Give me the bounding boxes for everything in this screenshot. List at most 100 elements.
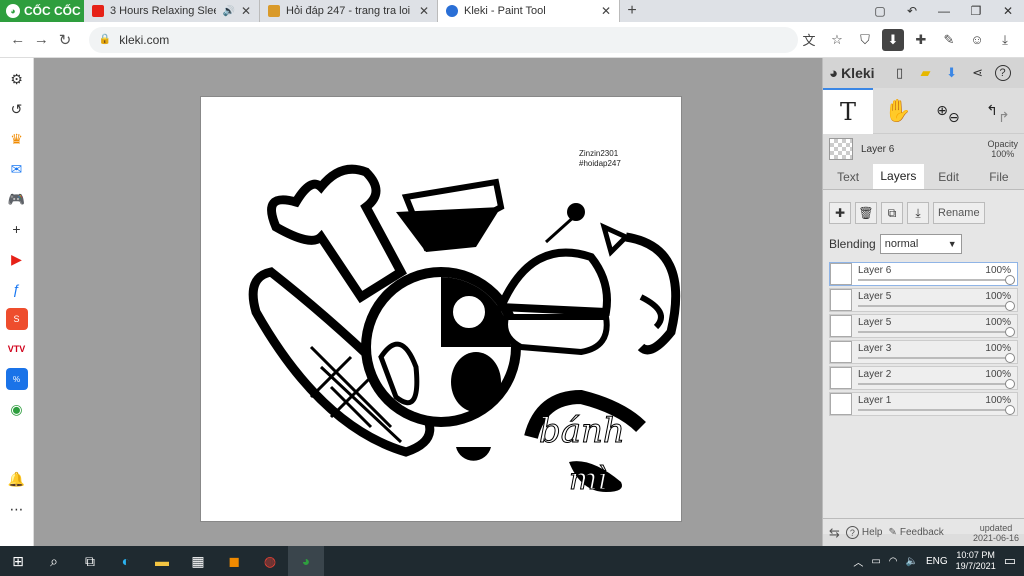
text-tool[interactable]: T: [823, 87, 873, 134]
feedback-link[interactable]: ✎ Feedback: [888, 527, 943, 538]
vtv-icon[interactable]: VTV: [6, 338, 28, 360]
merge-layer-icon[interactable]: ⤓: [907, 202, 929, 224]
notification-bell-icon[interactable]: 🔔: [6, 468, 28, 490]
tab-layers[interactable]: Layers: [873, 164, 924, 189]
address-bar[interactable]: 🔒 kleki.com: [88, 26, 798, 53]
zoom-tools[interactable]: ⊕ ⊖: [923, 88, 973, 134]
zoom-out-icon[interactable]: ⊖: [948, 109, 960, 126]
task-view-icon[interactable]: ⧉: [72, 546, 108, 576]
tab-youtube[interactable]: 3 Hours Relaxing Sleep M 🔊 ✕: [84, 0, 260, 22]
back-history-icon[interactable]: ↶: [896, 4, 928, 18]
undo-icon[interactable]: ↰: [986, 102, 998, 119]
chrome-icon[interactable]: ◍: [252, 546, 288, 576]
share-icon[interactable]: ⋖: [969, 64, 987, 82]
layer-opacity-slider[interactable]: [858, 305, 1011, 307]
layer-item[interactable]: Layer 2 100%: [829, 366, 1018, 390]
action-center-icon[interactable]: ▭: [1004, 553, 1016, 569]
wifi-icon[interactable]: ◠: [889, 556, 898, 567]
history-icon[interactable]: ↺: [6, 98, 28, 120]
rename-button[interactable]: Rename: [933, 202, 985, 224]
edit-icon[interactable]: ✎: [938, 29, 960, 51]
shopee-icon[interactable]: S: [5, 308, 28, 330]
slider-knob[interactable]: [1005, 275, 1015, 285]
layer-opacity-slider[interactable]: [858, 331, 1011, 333]
download-icon[interactable]: ⬇: [943, 64, 961, 82]
language-indicator[interactable]: ENG: [926, 556, 948, 567]
profile-icon[interactable]: ☺: [966, 29, 988, 51]
redo-icon[interactable]: ↱: [998, 109, 1010, 126]
add-layer-icon[interactable]: ✚: [829, 202, 851, 224]
discount-icon[interactable]: %: [5, 368, 28, 390]
app-icon[interactable]: ◼: [216, 546, 252, 576]
delete-layer-icon[interactable]: 🗑: [855, 202, 877, 224]
new-tab-button[interactable]: +: [620, 0, 644, 22]
game-icon[interactable]: 🎮: [6, 188, 28, 210]
messenger-icon[interactable]: ✉: [6, 158, 28, 180]
file-explorer-icon[interactable]: ▬: [144, 546, 180, 576]
slider-knob[interactable]: [1005, 301, 1015, 311]
kleki-logo[interactable]: ◕ Kleki: [829, 65, 875, 82]
reload-icon[interactable]: ↻: [53, 31, 77, 49]
shield-icon[interactable]: ⛉: [854, 29, 876, 51]
extensions-icon[interactable]: ✚: [910, 29, 932, 51]
layer-item[interactable]: Layer 1 100%: [829, 392, 1018, 416]
windows-start-icon[interactable]: ⊞: [0, 546, 36, 576]
tray-expand-icon[interactable]: ︿: [853, 554, 863, 569]
drawing-canvas[interactable]: bánh mì Zinzin2301 #hoidap247: [200, 96, 682, 522]
settings-icon[interactable]: ⚙: [6, 68, 28, 90]
forward-icon[interactable]: →: [30, 31, 54, 48]
browser-menu-button[interactable]: ◕ CỐC CỐC: [0, 0, 84, 22]
back-icon[interactable]: ←: [6, 31, 30, 48]
close-icon[interactable]: ✕: [601, 4, 611, 18]
maximize-icon[interactable]: ❐: [960, 4, 992, 18]
layer-opacity-slider[interactable]: [858, 409, 1011, 411]
layer-item[interactable]: Layer 5 100%: [829, 288, 1018, 312]
new-file-icon[interactable]: ▯: [891, 64, 909, 82]
tab-text[interactable]: Text: [823, 164, 873, 189]
zoom-in-icon[interactable]: ⊕: [936, 102, 948, 119]
slider-knob[interactable]: [1005, 327, 1015, 337]
layer-item[interactable]: Layer 3 100%: [829, 340, 1018, 364]
speaker-icon[interactable]: 🔊: [222, 6, 234, 17]
downloads-icon[interactable]: ⤓: [994, 29, 1016, 51]
network-icon[interactable]: ▭: [871, 556, 880, 567]
slider-knob[interactable]: [1005, 379, 1015, 389]
help-icon[interactable]: ?: [994, 65, 1011, 81]
facebook-icon[interactable]: ƒ: [6, 278, 28, 300]
layer-item[interactable]: Layer 5 100%: [829, 314, 1018, 338]
store-icon[interactable]: ▦: [180, 546, 216, 576]
download-video-icon[interactable]: ⬇: [882, 28, 904, 51]
bookmark-star-icon[interactable]: ☆: [826, 29, 848, 51]
close-icon[interactable]: ✕: [419, 4, 429, 18]
layer-opacity-slider[interactable]: [858, 357, 1011, 359]
tab-kleki[interactable]: Kleki - Paint Tool ✕: [438, 0, 620, 22]
map-icon[interactable]: ◉: [6, 398, 28, 420]
translate-icon[interactable]: 文: [798, 29, 820, 51]
more-icon[interactable]: ⋯: [6, 498, 28, 520]
layer-opacity-slider[interactable]: [858, 279, 1011, 281]
crown-icon[interactable]: ♛: [6, 128, 28, 150]
youtube-sidebar-icon[interactable]: ▶: [6, 248, 28, 270]
search-icon[interactable]: ⌕: [36, 546, 72, 576]
undo-redo-tools[interactable]: ↰ ↱: [973, 88, 1023, 134]
slider-knob[interactable]: [1005, 405, 1015, 415]
coccoc-taskbar-icon[interactable]: ◕: [288, 546, 324, 576]
clock[interactable]: 10:07 PM 19/7/2021: [956, 550, 996, 572]
close-icon[interactable]: ✕: [241, 4, 251, 18]
hand-tool[interactable]: ✋: [873, 88, 923, 134]
slider-knob[interactable]: [1005, 353, 1015, 363]
duplicate-layer-icon[interactable]: ⧉: [881, 202, 903, 224]
close-window-icon[interactable]: ✕: [992, 4, 1024, 18]
tab-edit[interactable]: Edit: [924, 164, 974, 189]
edge-icon[interactable]: ◐: [108, 546, 144, 576]
layer-item[interactable]: Layer 6 100%: [829, 262, 1018, 286]
help-link[interactable]: ? Help: [845, 526, 882, 539]
tab-file[interactable]: File: [974, 164, 1024, 189]
swap-side-icon[interactable]: ⇆: [829, 525, 840, 541]
add-icon[interactable]: +: [6, 218, 28, 240]
open-folder-icon[interactable]: ▰: [917, 64, 935, 82]
tab-hoidap[interactable]: Hỏi đáp 247 - trang tra loi ✕: [260, 0, 438, 22]
minimize-icon[interactable]: —: [928, 4, 960, 18]
blending-select[interactable]: normal ▼: [879, 234, 962, 254]
canvas-workspace[interactable]: bánh mì Zinzin2301 #hoidap247: [34, 58, 822, 546]
